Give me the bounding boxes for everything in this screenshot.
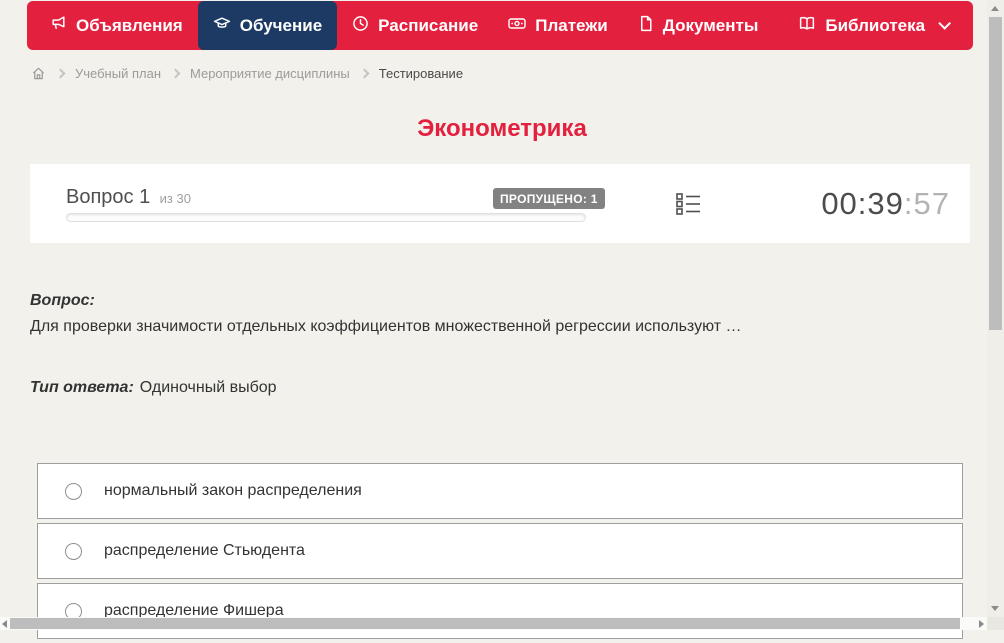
megaphone-icon [50,15,67,37]
nav-item-documents[interactable]: Документы [623,1,774,50]
horizontal-scrollbar-thumb[interactable] [10,618,960,629]
question-counter: Вопрос 1 из 30 [66,186,191,209]
clock-icon [352,15,369,37]
page-title: Эконометрика [417,115,587,142]
answer-options: нормальный закон распределения распредел… [37,463,963,643]
question-list-button[interactable] [675,191,702,222]
nav-item-schedule[interactable]: Расписание [337,1,493,50]
question-total: из 30 [159,191,191,206]
timer-seconds: :57 [903,186,950,221]
answer-type-label: Тип ответа: [30,379,134,396]
breadcrumb-item-curriculum[interactable]: Учебный план [75,66,161,81]
scroll-down-arrow-icon[interactable] [991,606,999,611]
nav-item-payments[interactable]: Платежи [493,1,623,50]
open-book-icon [798,15,816,37]
question-progress-bar [66,213,586,222]
nav-item-learning[interactable]: Обучение [197,1,338,50]
checklist-icon [675,193,702,221]
nav-item-label: Платежи [535,15,608,35]
nav-item-label: Документы [662,15,759,35]
vertical-scrollbar[interactable] [987,0,1004,617]
question-number: Вопрос 1 [66,186,151,208]
answer-option-3[interactable]: распределение Фишера [37,583,963,639]
timer-main: 00:39 [821,186,904,221]
nav-item-library[interactable]: Библиотека [783,1,962,50]
breadcrumb: Учебный план Мероприятие дисциплины Тест… [31,63,463,83]
document-icon [638,15,654,37]
nav-item-announcements[interactable]: Объявления [35,1,198,50]
question-header-card: Вопрос 1 из 30 ПРОПУЩЕНО: 1 00:39:57 [30,164,970,243]
radio-button[interactable] [65,482,82,500]
nav-item-label: Расписание [378,15,479,35]
vertical-scrollbar-thumb[interactable] [989,17,1002,330]
answer-option-label: нормальный закон распределения [104,482,362,499]
question-label: Вопрос: [30,292,95,309]
chevron-down-icon [938,17,952,30]
nav-item-label: Обучение [239,15,323,35]
banknote-icon [508,15,526,37]
radio-button[interactable] [65,542,82,560]
scroll-right-arrow-icon[interactable] [979,620,984,628]
question-text: Для проверки значимости отдельных коэффи… [30,318,742,335]
nav-item-label: Библиотека [825,15,926,35]
scroll-left-arrow-icon[interactable] [2,620,7,628]
main-navbar: Объявления Обучение Расписание Платежи Д… [27,1,973,50]
answer-option-label: распределение Стьюдента [104,542,305,559]
graduation-cap-icon [213,15,231,37]
nav-item-label: Объявления [76,15,183,35]
home-icon[interactable] [31,66,46,81]
answer-option-2[interactable]: распределение Стьюдента [37,523,963,579]
breadcrumb-item-discipline-event[interactable]: Мероприятие дисциплины [190,66,350,81]
answer-type-value: Одиночный выбор [139,379,277,396]
answer-type: Тип ответа: Одиночный выбор [30,379,277,397]
answer-option-1[interactable]: нормальный закон распределения [37,463,963,519]
scrollbar-corner [987,617,1004,630]
breadcrumb-separator [55,68,66,78]
breadcrumb-separator [359,68,370,78]
skipped-badge: ПРОПУЩЕНО: 1 [493,188,605,209]
horizontal-scrollbar[interactable] [0,617,987,630]
breadcrumb-item-testing: Тестирование [378,65,464,81]
breadcrumb-separator [170,68,181,78]
scroll-up-arrow-icon[interactable] [991,6,999,11]
timer: 00:39:57 [821,186,950,222]
